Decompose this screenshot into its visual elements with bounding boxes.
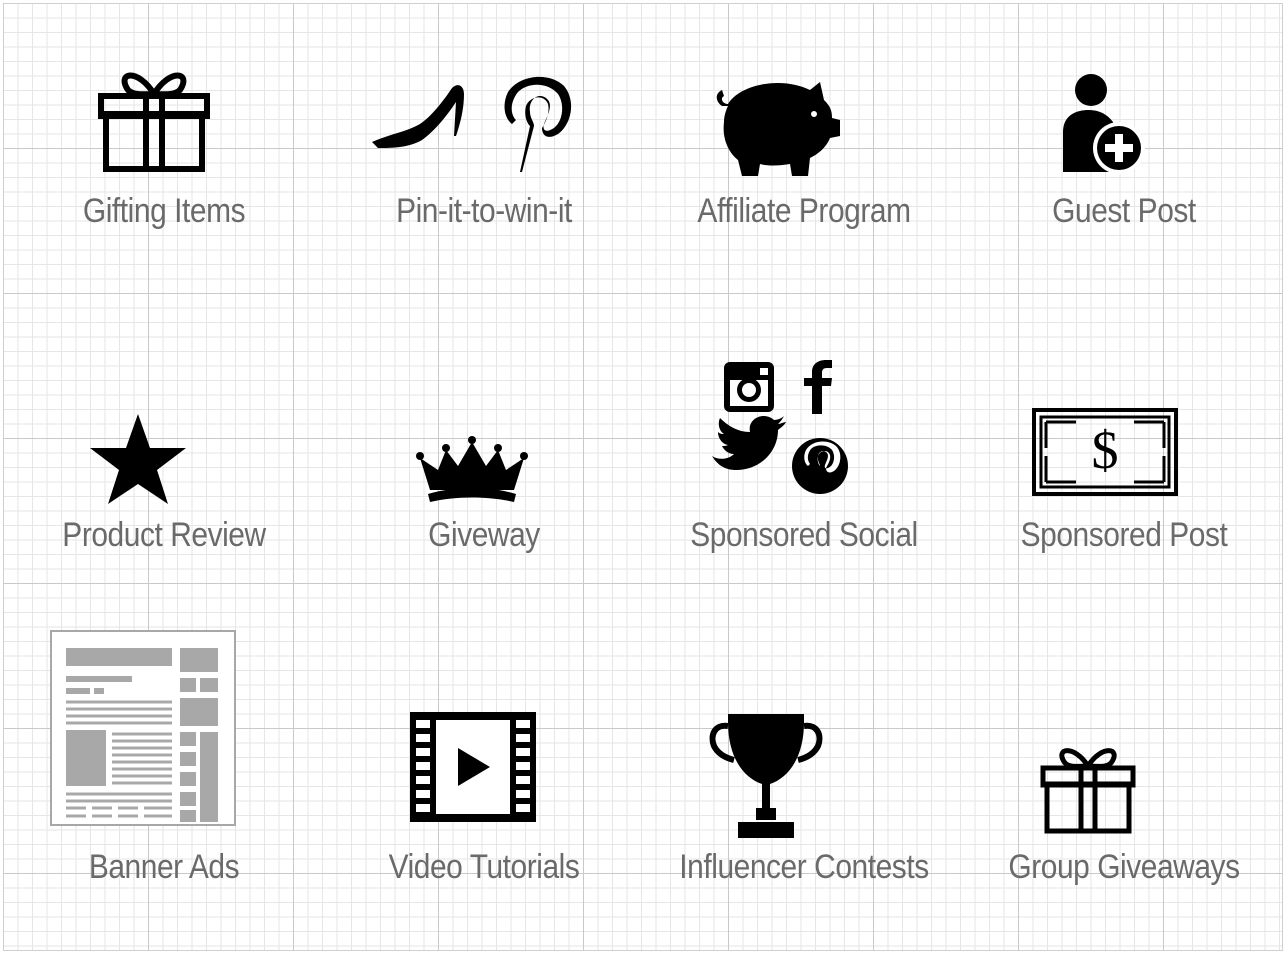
tile-label: Influencer Contests — [679, 848, 929, 886]
tile-label: Guest Post — [1052, 192, 1196, 230]
social-media-icons — [710, 360, 850, 495]
tile-affiliate-program[interactable]: Affiliate Program — [644, 4, 964, 320]
tile-label: Sponsored Post — [1020, 516, 1228, 554]
crown-icon — [414, 436, 530, 506]
tile-label: Group Giveaways — [1008, 848, 1240, 886]
dollar-bill-icon: $ — [1032, 408, 1178, 496]
facebook-icon — [804, 360, 832, 414]
svg-text:$: $ — [1092, 420, 1119, 480]
gift-icon — [98, 64, 210, 174]
tile-influencer-contests[interactable]: Influencer Contests — [644, 636, 964, 952]
tile-group-giveaways[interactable]: Group Giveaways — [964, 636, 1284, 952]
tile-video-tutorials[interactable]: Video Tutorials — [324, 636, 644, 952]
add-user-icon — [1059, 72, 1149, 176]
tile-label: Pin-it-to-win-it — [396, 192, 572, 230]
gift-icon — [1040, 742, 1136, 834]
instagram-icon — [724, 362, 774, 412]
tile-label: Gifting Items — [82, 192, 246, 230]
tile-label: Giveway — [428, 516, 540, 554]
tile-label: Video Tutorials — [388, 848, 580, 886]
twitter-icon — [712, 416, 786, 470]
tile-sponsored-post[interactable]: $ Sponsored Post — [964, 320, 1284, 636]
tile-giveway[interactable]: Giveway — [324, 320, 644, 636]
tile-banner-ads[interactable]: Banner Ads — [4, 630, 324, 952]
star-icon — [88, 412, 188, 507]
tile-product-review[interactable]: Product Review — [4, 320, 324, 636]
tile-gifting-items[interactable]: Gifting Items — [4, 4, 324, 320]
tile-sponsored-social[interactable]: Sponsored Social — [644, 320, 964, 636]
tile-label: Banner Ads — [88, 848, 240, 886]
high-heel-pinterest-icon — [370, 74, 580, 174]
grid-board: Gifting Items Pin-it-to-win-it Affiliate… — [3, 3, 1283, 951]
trophy-icon — [709, 712, 823, 842]
piggy-bank-icon — [712, 76, 842, 181]
tile-label: Affiliate Program — [697, 192, 911, 230]
webpage-layout-icon — [50, 630, 236, 826]
pinterest-icon — [792, 438, 848, 494]
tile-label: Product Review — [62, 516, 266, 554]
tile-pin-it-to-win-it[interactable]: Pin-it-to-win-it — [324, 4, 644, 320]
tile-guest-post[interactable]: Guest Post — [964, 4, 1284, 320]
film-play-icon — [410, 712, 536, 822]
tile-label: Sponsored Social — [690, 516, 918, 554]
